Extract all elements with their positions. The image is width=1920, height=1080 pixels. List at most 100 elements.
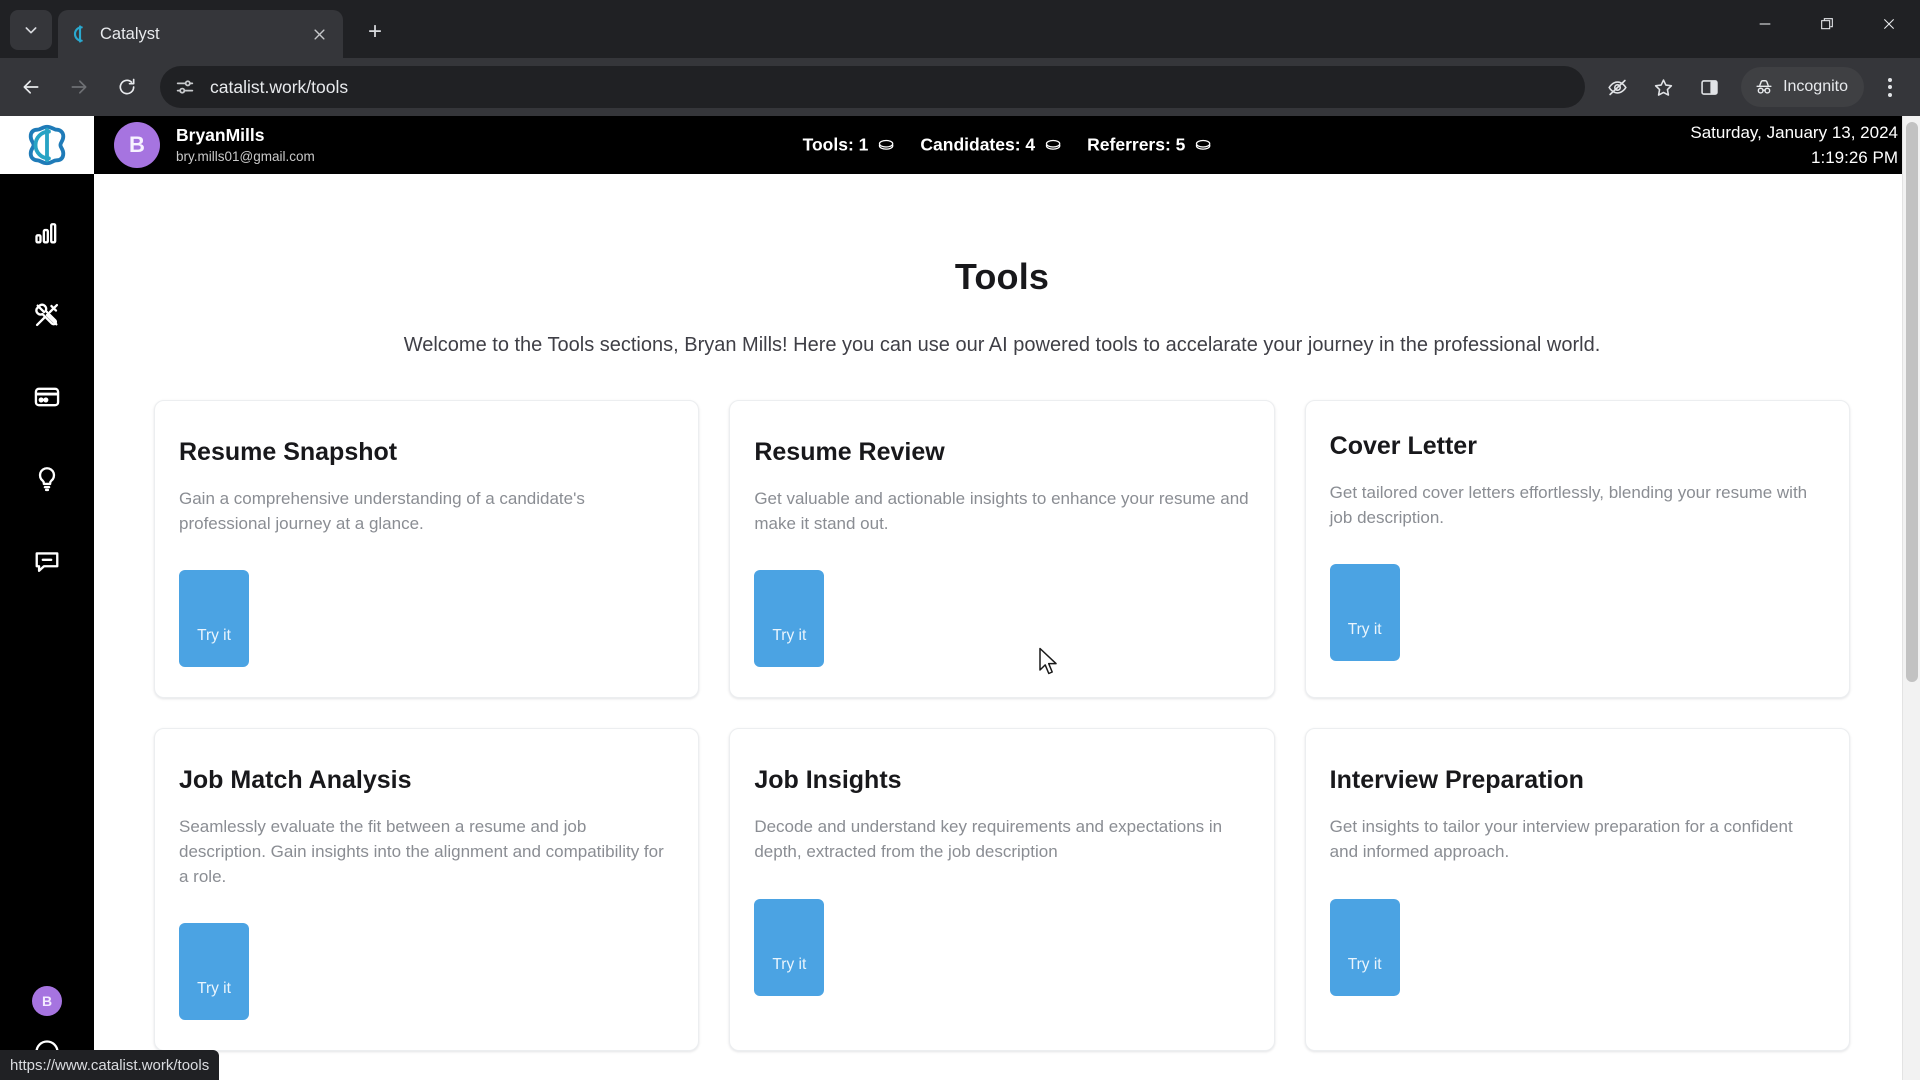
tool-card-resume-review[interactable]: Resume Review Get valuable and actionabl…	[729, 400, 1275, 699]
page-viewport: B B BryanMills bry.mills01@gmail.com Too…	[0, 116, 1920, 1080]
tab-close-icon[interactable]	[307, 22, 331, 46]
url-text: catalist.work/tools	[210, 76, 349, 97]
try-it-button[interactable]: Try it	[754, 898, 825, 996]
tool-card-job-match-analysis[interactable]: Job Match Analysis Seamlessly evaluate t…	[154, 728, 700, 1052]
try-it-button[interactable]: Try it	[754, 570, 825, 668]
page-scrollbar[interactable]	[1902, 116, 1920, 1080]
forward-button[interactable]	[58, 66, 100, 108]
reload-button[interactable]	[106, 66, 148, 108]
try-it-button[interactable]: Try it	[179, 923, 249, 1021]
sidebar-item-messages[interactable]	[24, 538, 70, 584]
browser-window: Catalyst + catalist.work/tools Incognito…	[0, 0, 1920, 1080]
stat-tools: Tools: 1	[803, 135, 895, 156]
site-settings-icon[interactable]	[174, 76, 196, 98]
close-window-button[interactable]	[1858, 0, 1920, 48]
tab-strip: Catalyst +	[0, 0, 1920, 58]
tools-wrench-screwdriver-icon	[35, 303, 59, 327]
card-title: Interview Preparation	[1329, 766, 1584, 795]
coin-icon	[1045, 139, 1060, 150]
sidebar-avatar[interactable]: B	[32, 986, 62, 1016]
plus-icon: +	[367, 18, 382, 45]
card-title: Cover Letter	[1329, 432, 1477, 460]
page-title: Tools	[954, 256, 1050, 297]
tab-title: Catalyst	[100, 24, 160, 43]
kebab-menu-icon	[1888, 77, 1892, 82]
tools-grid: Resume Snapshot Gain a comprehensive und…	[154, 400, 1850, 1052]
bookmark-button[interactable]	[1643, 67, 1683, 107]
side-panel-button[interactable]	[1689, 67, 1729, 107]
sidebar-nav	[24, 210, 70, 584]
forward-arrow-icon	[71, 80, 87, 94]
tool-card-job-insights[interactable]: Job Insights Decode and understand key r…	[729, 728, 1275, 1052]
credits-stats: Tools: 1 Candidates: 4 Referrers: 5	[803, 135, 1212, 156]
try-it-button[interactable]: Try it	[1329, 898, 1400, 996]
card-description: Get insights to tailor your interview pr…	[1329, 817, 1793, 861]
try-it-button[interactable]: Try it	[179, 570, 249, 668]
card-description: Get valuable and actionable insights to …	[754, 489, 1249, 533]
tools-page: Tools Welcome to the Tools sections, Bry…	[94, 174, 1920, 1080]
window-controls	[1734, 0, 1920, 56]
sidebar-avatar-initial: B	[41, 993, 53, 1009]
tool-card-cover-letter[interactable]: Cover Letter Get tailored cover letters …	[1304, 400, 1850, 699]
stat-tools-label: Tools: 1	[802, 134, 869, 155]
app-sidebar: B	[0, 116, 94, 1080]
sidebar-item-billing[interactable]	[24, 374, 70, 420]
tab-search-button[interactable]	[10, 10, 52, 50]
sidebar-item-dashboard[interactable]	[24, 210, 70, 256]
card-title: Job Insights	[754, 766, 902, 795]
user-name: BryanMills	[176, 124, 265, 145]
new-tab-button[interactable]: +	[357, 14, 393, 50]
card-description: Get tailored cover letters effortlessly,…	[1329, 483, 1808, 527]
star-icon	[1654, 78, 1672, 96]
maximize-button[interactable]	[1796, 0, 1858, 48]
user-block[interactable]: B BryanMills bry.mills01@gmail.com	[114, 122, 315, 168]
sidebar-item-tools[interactable]	[24, 292, 70, 338]
user-text: BryanMills bry.mills01@gmail.com	[176, 125, 315, 165]
restore-icon	[1821, 18, 1833, 30]
stat-candidates-label: Candidates: 4	[920, 134, 1036, 155]
sidebar-item-insights[interactable]	[24, 456, 70, 502]
datetime-block: Saturday, January 13, 2024 1:19:26 PM	[1690, 120, 1898, 171]
link-status-bubble: https://www.catalist.work/tools	[0, 1050, 220, 1080]
card-title: Job Match Analysis	[179, 766, 412, 795]
browser-toolbar: catalist.work/tools Incognito	[0, 58, 1920, 116]
avatar[interactable]: B	[114, 122, 160, 168]
coin-icon	[878, 139, 894, 150]
coin-icon	[1195, 139, 1211, 150]
card-description: Decode and understand key requirements a…	[754, 817, 1223, 861]
app-content: B BryanMills bry.mills01@gmail.com Tools…	[94, 116, 1920, 1080]
tool-card-resume-snapshot[interactable]: Resume Snapshot Gain a comprehensive und…	[154, 400, 700, 699]
tool-card-interview-preparation[interactable]: Interview Preparation Get insights to ta…	[1304, 728, 1850, 1052]
back-arrow-icon	[23, 80, 39, 94]
catalyst-logo-icon	[70, 24, 90, 44]
eye-slash-icon	[1607, 79, 1627, 95]
close-icon	[1883, 18, 1895, 30]
minimize-button[interactable]	[1734, 0, 1796, 48]
address-bar[interactable]: catalist.work/tools	[160, 66, 1586, 108]
credit-card-icon	[34, 387, 60, 407]
current-time: 1:19:26 PM	[1811, 148, 1898, 167]
browser-tab[interactable]: Catalyst	[58, 10, 343, 58]
chat-bubble-icon	[35, 552, 59, 572]
stat-referrers: Referrers: 5	[1087, 135, 1211, 156]
bar-chart-icon	[35, 223, 57, 244]
browser-menu-button[interactable]	[1872, 67, 1908, 107]
scrollbar-thumb[interactable]	[1906, 122, 1918, 682]
card-description: Seamlessly evaluate the fit between a re…	[179, 817, 664, 886]
stat-referrers-label: Referrers: 5	[1087, 134, 1186, 155]
catalyst-clover-logo	[28, 124, 66, 166]
back-button[interactable]	[10, 66, 52, 108]
stat-candidates: Candidates: 4	[920, 135, 1061, 156]
chevron-down-icon	[25, 27, 37, 34]
incognito-indicator[interactable]: Incognito	[1741, 67, 1864, 107]
tracking-protection-button[interactable]	[1597, 67, 1637, 107]
lightbulb-icon	[38, 467, 56, 492]
card-description: Gain a comprehensive understanding of a …	[179, 489, 585, 533]
app-header: B BryanMills bry.mills01@gmail.com Tools…	[94, 116, 1920, 174]
minimize-icon	[1759, 23, 1771, 25]
app-logo[interactable]	[0, 116, 94, 174]
reload-icon	[119, 78, 135, 95]
welcome-text: Welcome to the Tools sections, Bryan Mil…	[403, 334, 1601, 356]
incognito-label: Incognito	[1783, 78, 1848, 95]
try-it-button[interactable]: Try it	[1329, 564, 1400, 662]
